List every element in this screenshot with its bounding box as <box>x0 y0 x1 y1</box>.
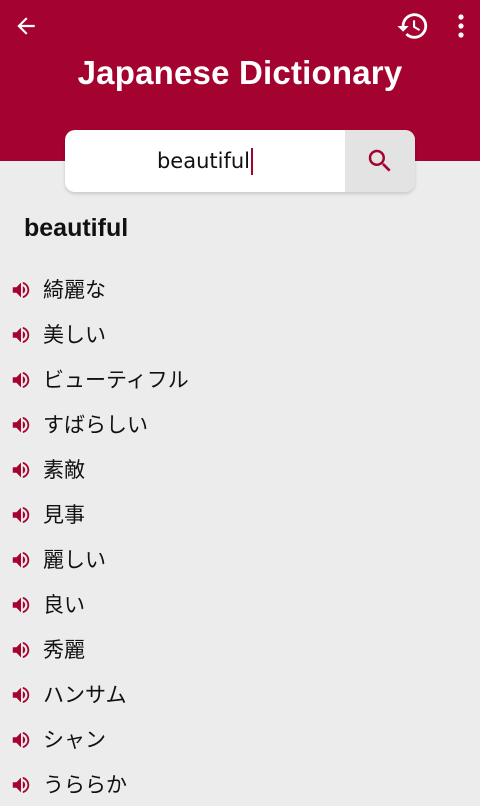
translation-text: 秀麗 <box>43 637 85 662</box>
speaker-icon[interactable] <box>10 684 32 704</box>
back-button[interactable] <box>6 6 46 46</box>
speaker-icon[interactable] <box>10 639 32 659</box>
translation-item[interactable]: シャン <box>0 716 480 761</box>
translation-text: うららか <box>43 772 127 797</box>
translation-item[interactable]: 素敵 <box>0 446 480 491</box>
translation-text: 綺麗な <box>43 277 106 302</box>
translation-text: ハンサム <box>43 682 127 707</box>
search-input-value: beautiful <box>156 149 251 173</box>
speaker-icon[interactable] <box>10 594 32 614</box>
translation-item[interactable]: うららか <box>0 761 480 806</box>
translation-text: シャン <box>43 727 106 752</box>
history-icon <box>397 13 428 39</box>
translation-text: 麗しい <box>43 547 106 572</box>
more-vert-icon <box>458 14 464 38</box>
translation-item[interactable]: 秀麗 <box>0 626 480 671</box>
translation-text: ビューティフル <box>43 367 189 392</box>
speaker-icon[interactable] <box>10 774 32 794</box>
translation-item[interactable]: ビューティフル <box>0 356 480 401</box>
translation-text: 見事 <box>43 502 85 527</box>
translation-text: 良い <box>43 592 85 617</box>
speaker-icon[interactable] <box>10 504 32 524</box>
app-title: Japanese Dictionary <box>77 54 403 91</box>
translation-text: 素敵 <box>43 457 85 482</box>
search-icon <box>368 149 391 172</box>
speaker-icon[interactable] <box>10 459 32 479</box>
translation-item[interactable]: 美しい <box>0 311 480 356</box>
translation-item[interactable]: すばらしい <box>0 401 480 446</box>
search-input[interactable]: beautiful <box>65 130 345 192</box>
translation-item[interactable]: 綺麗な <box>0 266 480 311</box>
search-button[interactable] <box>345 130 415 192</box>
translation-text: 美しい <box>43 322 106 347</box>
speaker-icon[interactable] <box>10 279 32 299</box>
text-cursor <box>251 147 254 175</box>
speaker-icon[interactable] <box>10 414 32 434</box>
history-button[interactable] <box>392 5 434 47</box>
speaker-icon[interactable] <box>10 324 32 344</box>
translation-text: すばらしい <box>43 412 148 437</box>
translation-item[interactable]: 麗しい <box>0 536 480 581</box>
speaker-icon[interactable] <box>10 369 32 389</box>
result-word: beautiful <box>24 214 129 242</box>
translation-list: 綺麗な美しいビューティフル すばらしい素敵見事麗しい良い秀麗ハンサムシャンうららか <box>0 266 480 806</box>
speaker-icon[interactable] <box>10 549 32 569</box>
overflow-menu-button[interactable] <box>446 6 476 46</box>
arrow-left-icon <box>17 17 35 35</box>
speaker-icon[interactable] <box>10 729 32 749</box>
translation-item[interactable]: 良い <box>0 581 480 626</box>
search-bar: beautiful <box>65 130 415 192</box>
translation-item[interactable]: 見事 <box>0 491 480 536</box>
translation-item[interactable]: ハンサム <box>0 671 480 716</box>
